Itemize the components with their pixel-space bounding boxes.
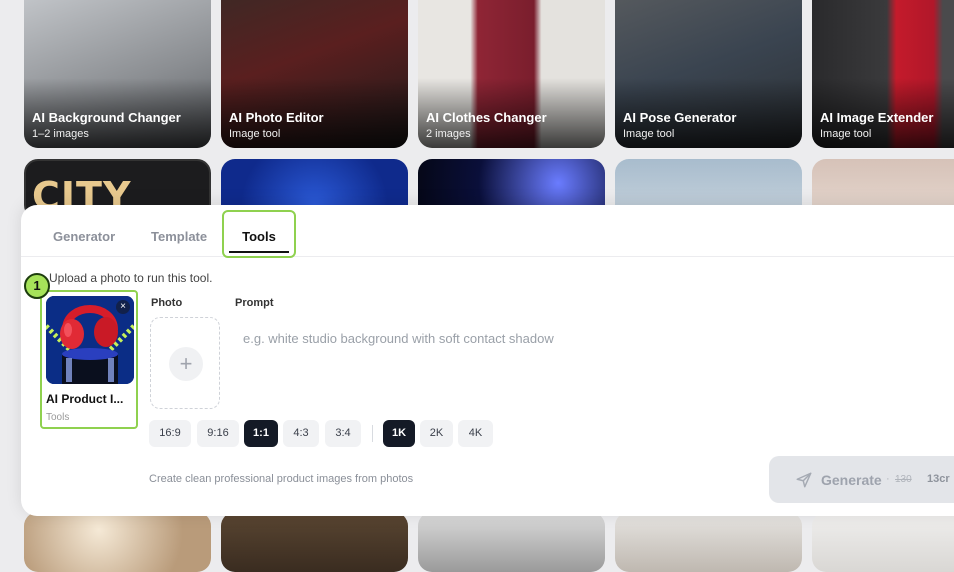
- card-subtitle: Image tool: [623, 128, 675, 140]
- card-title: AI Image Extender: [820, 110, 934, 125]
- aspect-ratio-16-9[interactable]: 16:9: [149, 420, 191, 447]
- prompt-input[interactable]: [243, 327, 943, 349]
- generate-label: Generate: [821, 472, 882, 488]
- card-title: AI Pose Generator: [623, 110, 737, 125]
- gallery-card-clothes-changer[interactable]: AI Clothes Changer 2 images: [418, 0, 605, 148]
- gallery-card-portrait-c[interactable]: [812, 512, 954, 572]
- tool-name: AI Product I...: [46, 392, 124, 406]
- resolution-2k[interactable]: 2K: [420, 420, 453, 447]
- photo-upload-dropzone[interactable]: +: [150, 317, 220, 409]
- card-subtitle: Image tool: [229, 128, 281, 140]
- original-cost: 130: [895, 474, 912, 485]
- gallery-card-lamp[interactable]: [24, 512, 211, 572]
- card-subtitle: 1–2 images: [32, 128, 89, 140]
- upload-hint: Upload a photo to run this tool.: [49, 271, 213, 285]
- card-subtitle: Image tool: [820, 128, 872, 140]
- resolution-4k[interactable]: 4K: [458, 420, 493, 447]
- gallery-card-photo-editor[interactable]: AI Photo Editor Image tool: [221, 0, 408, 148]
- step-number-badge: 1: [24, 273, 50, 299]
- photo-label: Photo: [151, 297, 183, 309]
- gallery-card-wood[interactable]: [221, 512, 408, 572]
- aspect-ratio-3-4[interactable]: 3:4: [325, 420, 361, 447]
- tool-thumbnail: ×: [46, 296, 134, 384]
- remove-tool-icon[interactable]: ×: [116, 300, 130, 314]
- aspect-ratio-9-16[interactable]: 9:16: [197, 420, 239, 447]
- generate-button[interactable]: Generate · 130 13cr: [769, 456, 954, 503]
- cost-separator: ·: [886, 473, 890, 485]
- tab-tools[interactable]: Tools: [222, 210, 296, 258]
- gallery-card-pose-generator[interactable]: AI Pose Generator Image tool: [615, 0, 802, 148]
- tool-description: Create clean professional product images…: [149, 473, 414, 485]
- send-icon: [796, 472, 812, 488]
- gallery-card-portrait-a[interactable]: [418, 512, 605, 572]
- tabs-divider: [21, 256, 954, 257]
- plus-icon: +: [169, 347, 203, 381]
- tool-category: Tools: [46, 412, 70, 423]
- chip-divider: [372, 425, 373, 442]
- tab-generator[interactable]: Generator: [53, 229, 115, 244]
- aspect-ratio-1-1[interactable]: 1:1: [244, 420, 278, 447]
- gallery-card-image-extender[interactable]: AI Image Extender Image tool: [812, 0, 954, 148]
- card-subtitle: 2 images: [426, 128, 471, 140]
- tab-template[interactable]: Template: [151, 229, 207, 244]
- card-title: AI Background Changer: [32, 110, 181, 125]
- card-title: AI Photo Editor: [229, 110, 324, 125]
- tab-tools-label: Tools: [242, 229, 276, 244]
- tool-panel: Generator Template Tools Upload a photo …: [21, 205, 954, 516]
- gallery-card-background-changer[interactable]: AI Background Changer 1–2 images: [24, 0, 211, 148]
- resolution-1k[interactable]: 1K: [383, 420, 415, 447]
- active-tab-underline: [229, 251, 289, 253]
- credit-cost: 13cr: [927, 473, 950, 485]
- gallery-card-portrait-b[interactable]: [615, 512, 802, 572]
- aspect-ratio-4-3[interactable]: 4:3: [283, 420, 319, 447]
- card-title: AI Clothes Changer: [426, 110, 547, 125]
- selected-tool-card[interactable]: × AI Product I... Tools: [40, 290, 138, 429]
- prompt-label: Prompt: [235, 297, 274, 309]
